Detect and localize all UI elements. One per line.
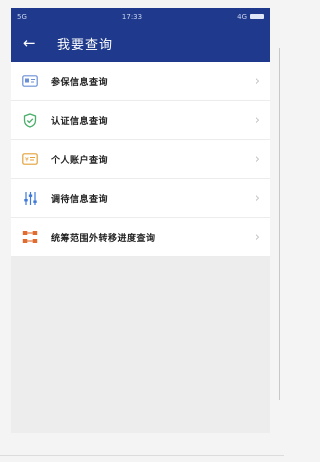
- menu-item-label: 调待信息查询: [51, 194, 109, 205]
- menu-item-label: 参保信息查询: [51, 77, 109, 88]
- menu-item-personal-account[interactable]: ¥ 个人账户查询 ›: [11, 140, 270, 179]
- svg-text:¥: ¥: [25, 157, 29, 164]
- transfer-icon: [21, 228, 39, 246]
- page-title: 我要查询: [57, 38, 114, 53]
- account-card-icon: ¥: [21, 150, 39, 168]
- signal-indicator: 5G: [17, 12, 27, 21]
- menu-item-label: 统筹范围外转移进度查询: [51, 233, 156, 244]
- battery-icon: [250, 14, 264, 19]
- divider: [0, 455, 284, 456]
- chevron-right-icon: ›: [254, 229, 260, 245]
- chevron-right-icon: ›: [254, 190, 260, 206]
- sliders-icon: [21, 189, 39, 207]
- screen-edge: [279, 48, 280, 400]
- chevron-right-icon: ›: [254, 112, 260, 128]
- chevron-right-icon: ›: [254, 73, 260, 89]
- menu-item-transfer-progress[interactable]: 统筹范围外转移进度查询 ›: [11, 218, 270, 257]
- header-bar: ← 我要查询: [11, 25, 270, 62]
- id-card-icon: [21, 72, 39, 90]
- menu-item-benefit-adjust[interactable]: 调待信息查询 ›: [11, 179, 270, 218]
- back-arrow-icon[interactable]: ←: [23, 36, 47, 51]
- network-indicator: 4G: [237, 12, 247, 21]
- status-bar: 5G 17:33 4G: [11, 8, 270, 25]
- chevron-right-icon: ›: [254, 151, 260, 167]
- menu-item-insurance-info[interactable]: 参保信息查询 ›: [11, 62, 270, 101]
- menu-item-auth-info[interactable]: 认证信息查询 ›: [11, 101, 270, 140]
- shield-check-icon: [21, 111, 39, 129]
- status-time: 17:33: [121, 12, 143, 21]
- menu-item-label: 个人账户查询: [51, 155, 109, 166]
- menu-item-label: 认证信息查询: [51, 116, 109, 127]
- query-menu-list: 参保信息查询 › 认证信息查询 › ¥ 个人账户查询 › 调待信息查询 › 统筹…: [11, 62, 270, 257]
- phone-screen: 5G 17:33 4G ← 我要查询 参保信息查询 › 认证信息查询 › ¥ 个…: [11, 8, 270, 433]
